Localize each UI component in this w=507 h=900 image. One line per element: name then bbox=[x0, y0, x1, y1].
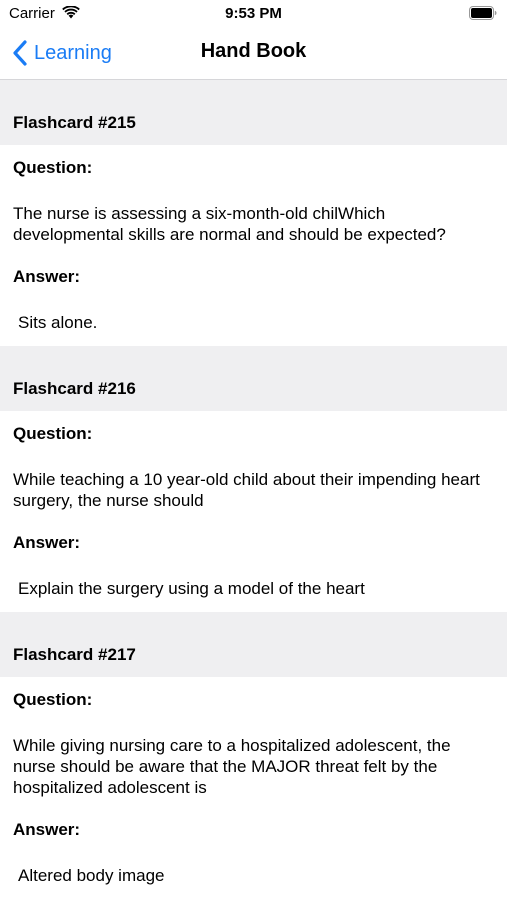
answer-label: Answer: bbox=[13, 820, 81, 839]
battery-icon bbox=[469, 6, 497, 20]
answer-label: Answer: bbox=[13, 533, 81, 552]
question-text: The nurse is assessing a six-month-old c… bbox=[13, 204, 446, 244]
question-label: Question: bbox=[13, 424, 93, 443]
flashcard: Flashcard #215 Question: The nurse is as… bbox=[0, 80, 507, 346]
navigation-bar: Learning Hand Book bbox=[0, 28, 507, 80]
page-title: Hand Book bbox=[200, 40, 307, 62]
flashcard: Flashcard #216 Question: While teaching … bbox=[0, 346, 507, 612]
answer-label: Answer: bbox=[13, 267, 81, 286]
answer-text: Sits alone. bbox=[18, 313, 98, 332]
flashcard-body: Question: While giving nursing care to a… bbox=[0, 677, 507, 899]
question-text: While teaching a 10 year-old child about… bbox=[13, 470, 480, 510]
flashcard-header: Flashcard #217 bbox=[0, 612, 507, 677]
flashcard-body: Question: While teaching a 10 year-old c… bbox=[0, 411, 507, 612]
flashcard-body: Question: The nurse is assessing a six-m… bbox=[0, 145, 507, 346]
question-label: Question: bbox=[13, 158, 93, 177]
answer-text: Explain the surgery using a model of the… bbox=[18, 579, 365, 598]
status-time: 9:53 PM bbox=[225, 5, 282, 22]
status-bar: Carrier 9:53 PM bbox=[0, 0, 507, 28]
question-label: Question: bbox=[13, 690, 93, 709]
flashcard-list[interactable]: Flashcard #215 Question: The nurse is as… bbox=[0, 80, 507, 899]
flashcard-header: Flashcard #215 bbox=[0, 80, 507, 145]
flashcard: Flashcard #217 Question: While giving nu… bbox=[0, 612, 507, 899]
flashcard-header: Flashcard #216 bbox=[0, 346, 507, 411]
question-text: While giving nursing care to a hospitali… bbox=[13, 736, 451, 797]
answer-text: Altered body image bbox=[18, 866, 165, 885]
